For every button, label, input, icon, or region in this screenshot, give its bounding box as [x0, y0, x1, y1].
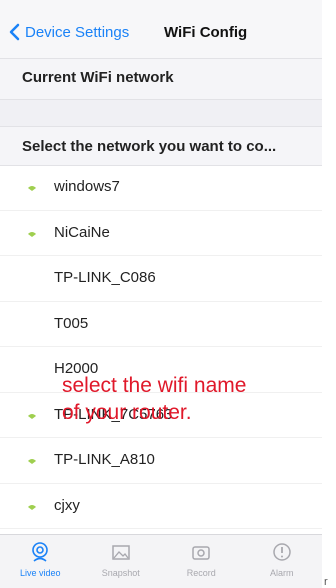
network-name: TP-LINK_A810 [54, 451, 155, 468]
outer-margin [322, 0, 336, 588]
tab-live-video-label: Live video [19, 568, 61, 578]
back-button-label: Device Settings [25, 23, 130, 41]
network-list-item[interactable]: cjxy [0, 484, 322, 529]
network-name: windows7 [54, 178, 120, 195]
alarm-icon [273, 543, 291, 561]
select-network-label: Select the network you want to co... [22, 138, 277, 155]
page-title: WiFi Config [164, 24, 248, 41]
network-list: windows7 NiCaiNe TP-LINK_C086 T005 H2000 TP-L… [0, 165, 322, 529]
network-list-item[interactable]: H2000 [0, 347, 322, 393]
network-name: TP-LINK_C086 [54, 269, 156, 286]
network-list-item[interactable]: NiCaiNe [0, 211, 322, 256]
current-wifi-row[interactable]: Current WiFi network [0, 59, 322, 100]
wifi-dot-icon [28, 459, 36, 464]
chevron-left-icon [9, 23, 20, 41]
tab-snapshot[interactable]: Snapshot [81, 535, 162, 588]
tab-alarm-label: Alarm [269, 568, 294, 578]
record-icon [192, 546, 210, 560]
tab-record[interactable]: Record [161, 535, 242, 588]
network-list-item[interactable]: TP-LINK_A810 [0, 438, 322, 484]
navigation-bar: Device Settings WiFi Config [0, 0, 322, 59]
tab-snapshot-label: Snapshot [101, 568, 140, 578]
network-list-item[interactable]: TP-LINK_C086 [0, 256, 322, 302]
tab-alarm[interactable]: Alarm [242, 535, 323, 588]
network-name: cjxy [54, 496, 80, 514]
section-gap [0, 100, 322, 126]
network-name: H2000 [54, 360, 99, 377]
edge-character: r [324, 576, 328, 588]
tab-record-label: Record [186, 568, 216, 578]
wifi-dot-icon [28, 186, 36, 191]
current-wifi-label: Current WiFi network [22, 69, 174, 86]
wifi-dot-icon [28, 231, 36, 237]
back-button[interactable]: Device Settings [8, 20, 129, 44]
network-list-item[interactable]: TP-LINK_7C5763 [0, 393, 322, 438]
live-video-icon [32, 542, 49, 562]
network-name: NiCaiNe [54, 223, 110, 241]
wifi-dot-icon [28, 504, 36, 510]
network-name: T005 [54, 314, 89, 332]
select-network-header: Select the network you want to co... [0, 126, 322, 166]
snapshot-icon [112, 545, 130, 560]
tab-bar: Live video Snapshot Record Alarm [0, 534, 322, 588]
network-list-item[interactable]: windows7 [0, 165, 322, 211]
wifi-config-screen: Device Settings WiFi Config Current WiFi… [0, 0, 322, 588]
network-name: TP-LINK_7C5763 [54, 405, 173, 423]
network-list-item[interactable]: T005 [0, 302, 322, 347]
tab-live-video[interactable]: Live video [0, 535, 81, 588]
wifi-dot-icon [28, 413, 36, 419]
